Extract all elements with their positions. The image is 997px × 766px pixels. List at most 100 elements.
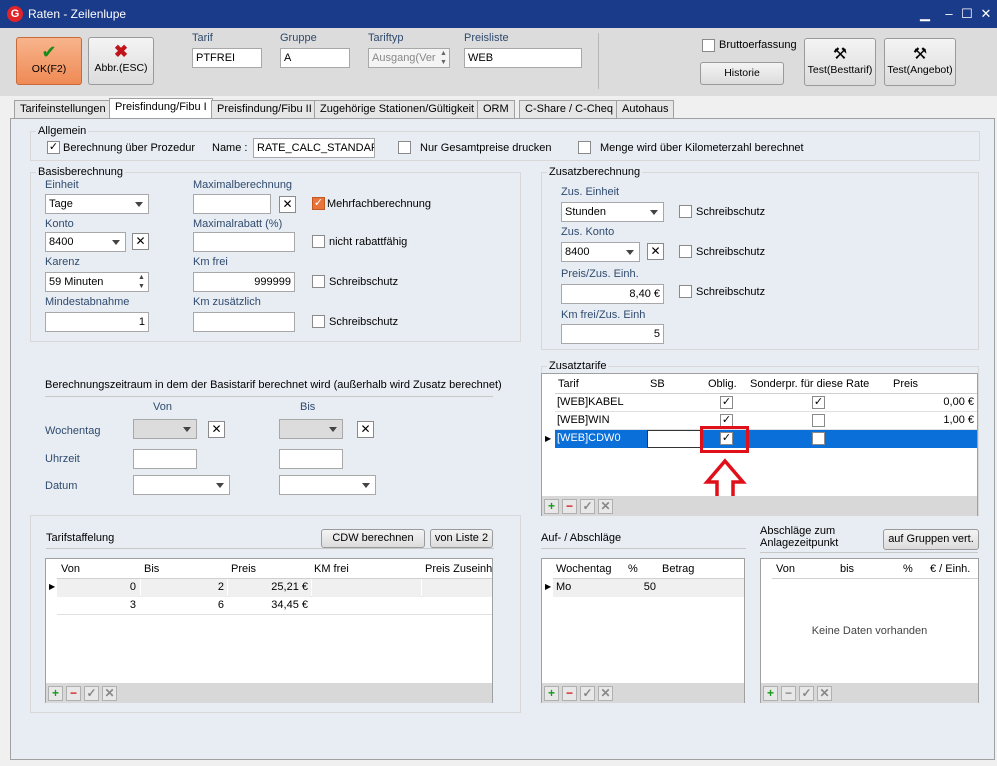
historie-button[interactable]: Historie bbox=[700, 62, 784, 85]
clear-zus-konto-icon[interactable]: ✕ bbox=[647, 243, 664, 260]
title-bar: G Raten - Zeilenlupe ▁ – ☐ ✕ bbox=[0, 0, 997, 28]
karenz-spinner[interactable]: 59 Minuten bbox=[45, 272, 149, 292]
nichtrabatt-checkbox[interactable] bbox=[312, 235, 325, 248]
zus-schreibschutz2-checkbox[interactable] bbox=[679, 245, 692, 258]
col-anlage-bis: bis bbox=[840, 563, 855, 575]
tools-icon: ⚒ bbox=[912, 46, 928, 63]
uhrzeit-bis-field[interactable] bbox=[279, 449, 343, 469]
table-row-selected[interactable]: [WEB]CDW0 ✓ bbox=[555, 430, 977, 448]
preisliste-field[interactable]: WEB bbox=[464, 48, 582, 68]
tab-preisfindung-fibu-2[interactable]: Preisfindung/Fibu II bbox=[211, 100, 318, 118]
remove-icon[interactable]: − bbox=[562, 499, 577, 514]
schreibschutz-checkbox[interactable] bbox=[312, 275, 325, 288]
kmfrei-field[interactable]: 999999 bbox=[193, 272, 295, 292]
tab-orm[interactable]: ORM bbox=[477, 100, 515, 118]
test-angebot-button[interactable]: ⚒ Test(Angebot) bbox=[884, 38, 956, 86]
staffel-title: Tarifstaffelung bbox=[46, 532, 115, 544]
datum-von-dropdown[interactable] bbox=[133, 475, 230, 495]
confirm-icon[interactable]: ✓ bbox=[799, 686, 814, 701]
zus-schreibschutz1-checkbox[interactable] bbox=[679, 205, 692, 218]
cancel-icon[interactable]: ✕ bbox=[817, 686, 832, 701]
clear-wochentag-bis-icon[interactable]: ✕ bbox=[357, 421, 374, 438]
remove-icon[interactable]: − bbox=[781, 686, 796, 701]
cdw-berechnen-button[interactable]: CDW berechnen bbox=[321, 529, 425, 548]
ok-button[interactable]: ✔ OK(F2) bbox=[16, 37, 82, 85]
add-icon[interactable]: + bbox=[48, 686, 63, 701]
tab-tarifeinstellungen[interactable]: Tarifeinstellungen bbox=[14, 100, 112, 118]
cancel-button[interactable]: ✖ Abbr.(ESC) bbox=[88, 37, 154, 85]
tab-autohaus[interactable]: Autohaus bbox=[616, 100, 675, 118]
col-pct: % bbox=[628, 563, 638, 575]
zusatz-title: Zusatzberechnung bbox=[547, 166, 643, 178]
menge-checkbox[interactable] bbox=[578, 141, 591, 154]
zt-sonder-checkbox[interactable]: ✓ bbox=[812, 396, 825, 409]
confirm-icon[interactable]: ✓ bbox=[84, 686, 99, 701]
name-label: Name : bbox=[212, 142, 248, 154]
zus-preis-field[interactable]: 8,40 € bbox=[561, 284, 664, 304]
zus-schreibschutz3-checkbox[interactable] bbox=[679, 285, 692, 298]
add-icon[interactable]: + bbox=[763, 686, 778, 701]
brutto-label: Bruttoerfassung bbox=[719, 39, 797, 51]
confirm-icon[interactable]: ✓ bbox=[580, 499, 595, 514]
maxber-field[interactable] bbox=[193, 194, 271, 214]
cancel-icon[interactable]: ✕ bbox=[598, 686, 613, 701]
mehrfach-checkbox[interactable]: ✓ bbox=[312, 197, 325, 210]
tab-stationen[interactable]: Zugehörige Stationen/Gültigkeit bbox=[314, 100, 481, 118]
uhrzeit-von-field[interactable] bbox=[133, 449, 197, 469]
confirm-icon[interactable]: ✓ bbox=[580, 686, 595, 701]
table-row[interactable]: Mo 50 bbox=[553, 579, 744, 597]
remove-icon[interactable]: − bbox=[66, 686, 81, 701]
minimize-icon[interactable]: ▁ bbox=[916, 5, 934, 23]
gruppen-verteilen-button[interactable]: auf Gruppen vert. bbox=[883, 529, 979, 550]
staffel-bis: 6 bbox=[217, 599, 224, 611]
col-oblig: Oblig. bbox=[708, 378, 737, 390]
mindest-field[interactable]: 1 bbox=[45, 312, 149, 332]
clear-konto-icon[interactable]: ✕ bbox=[132, 233, 149, 250]
remove-icon[interactable]: − bbox=[562, 686, 577, 701]
table-row[interactable]: 3 6 34,45 € bbox=[57, 597, 492, 615]
close-icon[interactable]: ✕ bbox=[977, 5, 995, 23]
prozedur-checkbox[interactable]: ✓ bbox=[47, 141, 60, 154]
gesamtpreise-checkbox[interactable] bbox=[398, 141, 411, 154]
einheit-dropdown[interactable]: Tage bbox=[45, 194, 149, 214]
window-minimize-button[interactable]: – bbox=[940, 5, 958, 23]
zt-sb-editor[interactable] bbox=[647, 430, 702, 448]
add-icon[interactable]: + bbox=[544, 499, 559, 514]
zt-oblig-checkbox[interactable]: ✓ bbox=[720, 396, 733, 409]
maxrabatt-field[interactable] bbox=[193, 232, 295, 252]
wochentag-von-dropdown[interactable] bbox=[133, 419, 197, 439]
gruppe-field[interactable]: A bbox=[280, 48, 350, 68]
clear-maxber-icon[interactable]: ✕ bbox=[279, 196, 296, 213]
tab-preisfindung-fibu-1[interactable]: Preisfindung/Fibu I bbox=[109, 98, 213, 118]
col-wochentag: Wochentag bbox=[556, 563, 612, 575]
col-von: Von bbox=[61, 563, 80, 575]
maximize-icon[interactable]: ☐ bbox=[958, 5, 976, 23]
test-besttarif-button[interactable]: ⚒ Test(Besttarif) bbox=[804, 38, 876, 86]
zus-kmfrei-field[interactable]: 5 bbox=[561, 324, 664, 344]
name-field[interactable]: RATE_CALC_STANDAR bbox=[253, 138, 375, 158]
schreibschutz2-checkbox[interactable] bbox=[312, 315, 325, 328]
karenz-spinner-arrows-icon[interactable]: ▲ ▼ bbox=[136, 273, 147, 291]
zt-sonder-checkbox[interactable] bbox=[812, 414, 825, 427]
datum-bis-dropdown[interactable] bbox=[279, 475, 376, 495]
clear-wochentag-von-icon[interactable]: ✕ bbox=[208, 421, 225, 438]
von-liste-button[interactable]: von Liste 2 bbox=[430, 529, 493, 548]
tarif-field[interactable]: PTFREI bbox=[192, 48, 262, 68]
schreibschutz-label: Schreibschutz bbox=[329, 276, 399, 288]
zus-konto-dropdown[interactable]: 8400 bbox=[561, 242, 640, 262]
brutto-checkbox[interactable] bbox=[702, 39, 715, 52]
table-row[interactable]: 0 2 25,21 € bbox=[57, 579, 492, 597]
zt-sonder-checkbox[interactable] bbox=[812, 432, 825, 445]
table-row[interactable]: [WEB]KABEL ✓ ✓ 0,00 € bbox=[555, 394, 977, 412]
cancel-icon[interactable]: ✕ bbox=[102, 686, 117, 701]
spinner-arrows-icon[interactable]: ▲ ▼ bbox=[438, 49, 449, 67]
col-preis: Preis bbox=[231, 563, 257, 575]
kmzus-field[interactable] bbox=[193, 312, 295, 332]
konto-dropdown[interactable]: 8400 bbox=[45, 232, 126, 252]
tab-cshare[interactable]: C-Share / C-Cheq bbox=[519, 100, 620, 118]
add-icon[interactable]: + bbox=[544, 686, 559, 701]
zus-einheit-dropdown[interactable]: Stunden bbox=[561, 202, 664, 222]
cancel-icon[interactable]: ✕ bbox=[598, 499, 613, 514]
wochentag-bis-dropdown[interactable] bbox=[279, 419, 343, 439]
table-row[interactable]: [WEB]WIN ✓ 1,00 € bbox=[555, 412, 977, 430]
